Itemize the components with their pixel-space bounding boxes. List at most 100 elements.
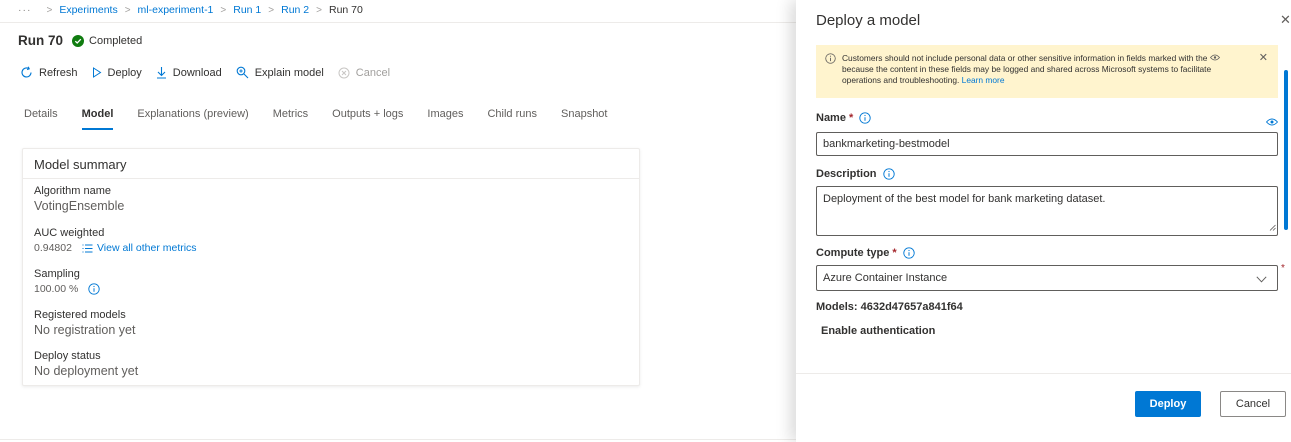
tab-snapshot[interactable]: Snapshot xyxy=(561,108,607,130)
info-icon[interactable] xyxy=(902,247,915,259)
breadcrumb-separator: > xyxy=(124,4,131,16)
breadcrumb-experiments[interactable]: Experiments xyxy=(59,4,117,16)
explain-model-label: Explain model xyxy=(254,66,324,79)
privacy-notice: Customers should not include personal da… xyxy=(816,45,1278,98)
sampling-field: Sampling 100.00 % xyxy=(34,268,101,295)
required-mark: * xyxy=(1281,263,1285,274)
breadcrumb-run-1[interactable]: Run 1 xyxy=(233,4,261,16)
algorithm-label: Algorithm name xyxy=(34,185,112,197)
view-all-metrics-link[interactable]: View all other metrics xyxy=(82,242,197,254)
deploy-model-panel: Deploy a model ✕ Customers should not in… xyxy=(796,0,1291,442)
card-title: Model summary xyxy=(34,157,127,172)
required-mark: * xyxy=(892,247,897,259)
deploy-status-field: Deploy status No deployment yet xyxy=(34,350,138,378)
description-label-row: Description xyxy=(816,168,895,180)
status-badge: Completed xyxy=(72,34,143,47)
close-icon[interactable]: ✕ xyxy=(1280,12,1291,28)
download-button[interactable]: Download xyxy=(156,66,222,79)
info-icon xyxy=(825,53,836,67)
eye-icon xyxy=(1265,113,1279,131)
page-divider xyxy=(0,439,796,440)
description-label: Description xyxy=(816,168,877,180)
download-label: Download xyxy=(172,66,222,79)
checkmark-icon xyxy=(72,34,85,47)
breadcrumb-experiment[interactable]: ml-experiment-1 xyxy=(138,4,214,16)
auc-label: AUC weighted xyxy=(34,227,105,239)
cancel-button[interactable]: Cancel xyxy=(1220,391,1286,417)
cancel-run-button[interactable]: Cancel xyxy=(338,67,390,79)
description-text: Deployment of the best model for bank ma… xyxy=(823,193,1106,205)
play-icon xyxy=(92,67,102,78)
description-field[interactable]: Deployment of the best model for bank ma… xyxy=(816,186,1278,236)
registered-models-field: Registered models No registration yet xyxy=(34,309,135,337)
breadcrumb-divider xyxy=(0,22,796,23)
sampling-row: 100.00 % xyxy=(34,283,101,295)
compute-type-label: Compute type xyxy=(816,247,890,259)
info-icon[interactable] xyxy=(88,283,101,295)
card-divider xyxy=(23,178,639,179)
deploy-submit-button[interactable]: Deploy xyxy=(1135,391,1201,417)
zoom-icon xyxy=(236,66,249,79)
footer-divider xyxy=(796,373,1291,374)
list-icon xyxy=(82,244,93,253)
tab-child-runs[interactable]: Child runs xyxy=(487,108,537,130)
auc-row: 0.94802 View all other metrics xyxy=(34,242,197,254)
refresh-label: Refresh xyxy=(39,66,78,79)
breadcrumb-separator: > xyxy=(220,4,227,16)
breadcrumb-run-2[interactable]: Run 2 xyxy=(281,4,309,16)
explain-model-button[interactable]: Explain model xyxy=(236,66,324,79)
sampling-label: Sampling xyxy=(34,268,80,280)
chevron-down-icon xyxy=(1256,274,1267,286)
name-field[interactable] xyxy=(816,132,1278,156)
refresh-icon xyxy=(20,66,33,79)
tab-outputs-logs[interactable]: Outputs + logs xyxy=(332,108,403,130)
breadcrumb-current: Run 70 xyxy=(329,4,363,16)
tab-metrics[interactable]: Metrics xyxy=(273,108,308,130)
name-label: Name xyxy=(816,112,846,124)
algorithm-field: Algorithm name VotingEnsemble xyxy=(34,185,124,213)
dismiss-notice-icon[interactable]: ✕ xyxy=(1259,51,1268,65)
eye-icon xyxy=(1209,53,1220,64)
compute-type-dropdown[interactable]: Azure Container Instance xyxy=(816,265,1278,291)
tab-explanations[interactable]: Explanations (preview) xyxy=(137,108,248,130)
models-id: Models: 4632d47657a841f64 xyxy=(816,301,963,313)
learn-more-link[interactable]: Learn more xyxy=(962,75,1005,85)
tab-model[interactable]: Model xyxy=(81,108,113,130)
compute-type-value: Azure Container Instance xyxy=(823,272,948,284)
view-all-metrics-label: View all other metrics xyxy=(96,242,197,254)
notice-text-continued: because the content in these fields may … xyxy=(842,64,1212,86)
deploy-label: Deploy xyxy=(107,66,142,79)
panel-scrollbar[interactable] xyxy=(1284,70,1288,230)
breadcrumb-overflow[interactable]: ··· xyxy=(18,4,32,16)
page-title: Run 70 xyxy=(18,33,64,48)
sampling-value: 100.00 % xyxy=(34,283,79,295)
info-icon[interactable] xyxy=(882,168,895,180)
deploy-button[interactable]: Deploy xyxy=(92,67,142,79)
name-label-row: Name * xyxy=(816,112,871,124)
resize-handle-icon[interactable] xyxy=(1269,222,1276,234)
registered-models-label: Registered models xyxy=(34,309,126,321)
required-mark: * xyxy=(848,112,854,124)
refresh-button[interactable]: Refresh xyxy=(20,66,78,79)
enable-authentication-toggle[interactable]: Enable authentication xyxy=(821,325,935,337)
status-text: Completed xyxy=(89,34,143,47)
registered-models-value: No registration yet xyxy=(34,323,136,337)
breadcrumb-separator: > xyxy=(268,4,275,16)
toolbar: Refresh Deploy Download Explain model Ca… xyxy=(20,66,404,79)
breadcrumb-separator: > xyxy=(46,4,53,16)
tab-images[interactable]: Images xyxy=(427,108,463,130)
run-tabs: Details Model Explanations (preview) Met… xyxy=(24,108,631,130)
panel-title: Deploy a model xyxy=(816,12,921,29)
auc-field: AUC weighted 0.94802 View all other metr… xyxy=(34,227,197,254)
info-icon[interactable] xyxy=(859,112,871,124)
download-icon xyxy=(156,66,167,79)
compute-type-label-row: Compute type * xyxy=(816,247,915,259)
tab-details[interactable]: Details xyxy=(24,108,58,130)
auc-value: 0.94802 xyxy=(34,242,72,254)
run-details-page: ··· > Experiments > ml-experiment-1 > Ru… xyxy=(0,0,796,442)
algorithm-value: VotingEnsemble xyxy=(34,199,125,213)
deploy-status-value: No deployment yet xyxy=(34,364,139,378)
model-summary-card: Model summary Algorithm name VotingEnsem… xyxy=(22,148,640,386)
run-header: Run 70 Completed xyxy=(18,33,142,48)
breadcrumb-separator: > xyxy=(316,4,322,16)
